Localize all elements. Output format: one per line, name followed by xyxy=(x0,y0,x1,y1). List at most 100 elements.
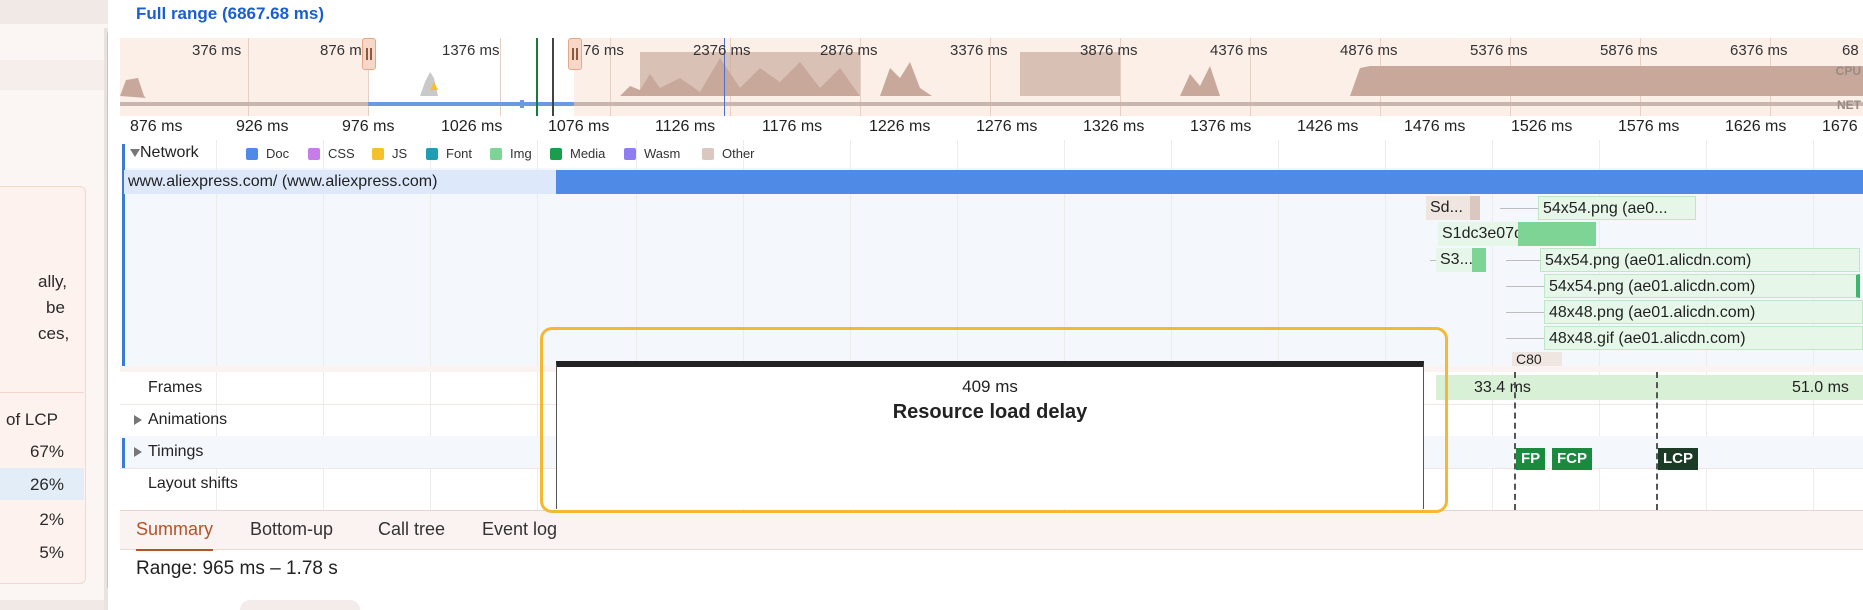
lcp-marker[interactable]: LCP xyxy=(1658,448,1698,470)
full-range-label[interactable]: Full range (6867.68 ms) xyxy=(136,4,324,24)
overview-tick: 3876 ms xyxy=(1080,42,1138,59)
tab-call-tree[interactable]: Call tree xyxy=(378,511,445,549)
network-request-script[interactable]: S1dc3e07d0142... xyxy=(1438,222,1518,246)
fcp-marker[interactable]: FCP xyxy=(1552,448,1592,470)
bottom-tab-bar: Summary Bottom-up Call tree Event log xyxy=(120,510,1863,551)
frame-duration: 51.0 ms xyxy=(1792,379,1849,396)
timeline-overview[interactable]: 376 ms 876 m 1376 ms 76 ms 2376 ms 2876 … xyxy=(120,38,1863,116)
overview-tick: 376 ms xyxy=(192,42,242,59)
legend-label: Doc xyxy=(266,146,290,161)
frame-duration: 33.4 ms xyxy=(1474,379,1531,396)
time-ruler: 876 ms 926 ms 976 ms 1026 ms 1076 ms 112… xyxy=(120,116,1863,141)
ruler-tick: 1626 ms xyxy=(1725,118,1787,135)
layout-shifts-track-title[interactable]: Layout shifts xyxy=(148,475,238,493)
tab-summary[interactable]: Summary xyxy=(136,511,214,551)
ruler-tick: 1326 ms xyxy=(1083,118,1145,135)
request-wait-line xyxy=(1506,286,1544,287)
timings-track-title[interactable]: Timings xyxy=(148,443,203,461)
panel-strip xyxy=(0,600,108,610)
network-request-other[interactable]: S3... xyxy=(1436,248,1476,272)
overview-tick: 6376 ms xyxy=(1730,42,1788,59)
ruler-tick: 876 ms xyxy=(130,118,183,135)
network-request-other[interactable]: Sd... xyxy=(1426,196,1470,220)
ruler-tick: 1426 ms xyxy=(1297,118,1359,135)
legend-label: JS xyxy=(392,146,408,161)
overview-tick: 2876 ms xyxy=(820,42,878,59)
animations-track-title[interactable]: Animations xyxy=(148,411,227,429)
network-request-img[interactable]: 54x54.png (ae01.alicdn.com) xyxy=(1544,274,1860,298)
overview-tick: 68 xyxy=(1842,42,1859,59)
expand-triangle-icon[interactable] xyxy=(134,415,142,425)
cpu-label: CPU xyxy=(1835,64,1861,78)
legend-other-icon xyxy=(702,148,714,160)
legend-label: Img xyxy=(510,146,532,161)
overview-marker-line xyxy=(536,38,538,116)
lcp-percentage: 67% xyxy=(29,442,64,461)
overview-marker-line xyxy=(552,38,554,116)
network-request-img[interactable]: 54x54.png (ae01.alicdn.com) xyxy=(1540,248,1860,272)
lcp-column-header: of LCP xyxy=(6,410,58,429)
ruler-tick: 1576 ms xyxy=(1618,118,1680,135)
fcp-marker-line xyxy=(1514,372,1516,510)
network-request-other-bar[interactable] xyxy=(1472,248,1486,272)
legend-label: Font xyxy=(446,146,473,161)
lcp-marker-line xyxy=(1656,372,1658,510)
fp-marker[interactable]: FP xyxy=(1516,448,1546,470)
network-request-main-doc-bar[interactable] xyxy=(556,170,1863,194)
ruler-tick: 976 ms xyxy=(342,118,395,135)
ruler-tick: 1026 ms xyxy=(441,118,503,135)
network-request-other-bar[interactable] xyxy=(1470,196,1480,220)
overview-tick: 1376 ms xyxy=(442,42,500,59)
ruler-tick: 1476 ms xyxy=(1404,118,1466,135)
expand-triangle-icon[interactable] xyxy=(130,149,140,157)
text-fragment: ally, xyxy=(38,272,67,291)
overview-tick: 4876 ms xyxy=(1340,42,1398,59)
overview-tick: 76 ms xyxy=(583,42,624,59)
divider xyxy=(0,392,84,393)
overview-tick: 5876 ms xyxy=(1600,42,1658,59)
legend-css-icon xyxy=(308,148,320,160)
ruler-tick: 1126 ms xyxy=(655,118,716,135)
network-track-title[interactable]: Network xyxy=(140,144,199,162)
network-request-other[interactable]: C80 xyxy=(1512,352,1562,366)
text-fragment: be xyxy=(46,298,65,317)
overview-tick: 876 m xyxy=(320,42,362,59)
frames-track-title[interactable]: Frames xyxy=(148,379,202,397)
summary-chart-partial xyxy=(240,600,360,610)
lcp-percentage: 2% xyxy=(39,510,64,529)
legend-js-icon xyxy=(372,148,384,160)
legend-font-icon xyxy=(426,148,438,160)
overview-tick: 3376 ms xyxy=(950,42,1008,59)
track-bracket xyxy=(122,438,125,468)
network-request-img[interactable]: 48x48.png (ae01.alicdn.com) xyxy=(1544,300,1863,324)
network-request-script-bar[interactable] xyxy=(1518,222,1596,246)
range-handle-right[interactable] xyxy=(568,38,582,70)
text-fragment: ces, xyxy=(38,324,70,343)
legend-label: Wasm xyxy=(644,146,681,161)
network-request-img[interactable]: 48x48.gif (ae01.alicdn.com) xyxy=(1544,326,1863,350)
ruler-tick: 1526 ms xyxy=(1511,118,1573,135)
overview-tick: 4376 ms xyxy=(1210,42,1268,59)
panel-strip xyxy=(0,60,108,90)
lcp-percentage: 5% xyxy=(39,543,64,562)
ruler-tick: 1226 ms xyxy=(869,118,931,135)
ruler-tick: 1176 ms xyxy=(762,118,823,135)
ruler-tick: 1676 xyxy=(1822,118,1858,135)
network-track-header[interactable]: Network Doc CSS JS Font Img Media Wasm O… xyxy=(120,140,1863,168)
ruler-tick: 1276 ms xyxy=(976,118,1038,135)
range-handle-left[interactable] xyxy=(362,38,376,70)
tab-event-log[interactable]: Event log xyxy=(482,511,557,549)
tab-bottom-up[interactable]: Bottom-up xyxy=(250,511,333,549)
network-request-main-doc[interactable]: www.aliexpress.com/ (www.aliexpress.com) xyxy=(124,170,560,194)
panel-scrollbar-thumb[interactable] xyxy=(107,30,108,590)
expand-triangle-icon[interactable] xyxy=(134,447,142,457)
legend-media-icon xyxy=(550,148,562,160)
ruler-tick: 926 ms xyxy=(236,118,289,135)
network-request-img[interactable]: 54x54.png (ae0... xyxy=(1538,196,1696,220)
request-wait-line xyxy=(1500,208,1538,209)
overview-tick: 2376 ms xyxy=(693,42,751,59)
performance-timeline: Full range (6867.68 ms) 376 ms 876 m 137… xyxy=(120,0,1863,610)
lcp-percentage: 26% xyxy=(29,475,64,494)
request-wait-line xyxy=(1506,260,1544,261)
insights-side-panel: ally, be ces, of LCP 67% 26% 2% 5% xyxy=(0,0,108,610)
